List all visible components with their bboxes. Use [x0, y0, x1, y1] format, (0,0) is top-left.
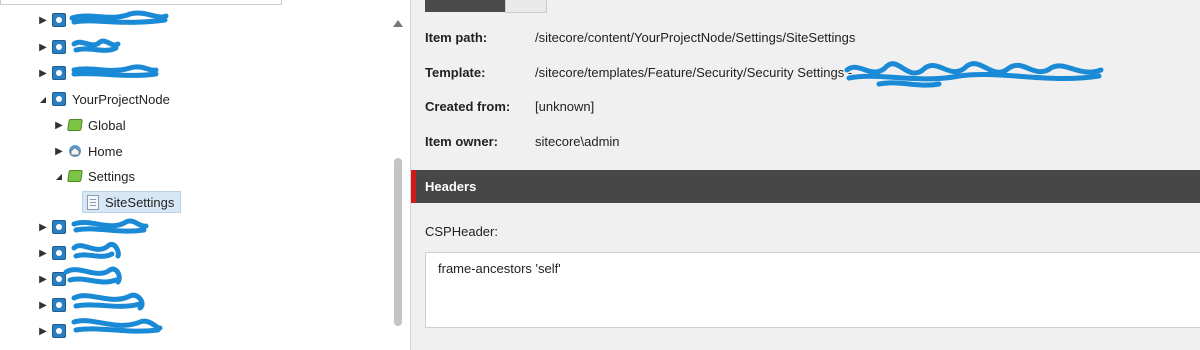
- tree-scrollbar-thumb[interactable]: [394, 158, 402, 326]
- database-icon: [52, 92, 66, 106]
- item-owner-value[interactable]: sitecore\admin: [535, 134, 620, 149]
- folder-icon: [67, 170, 83, 182]
- expand-arrow-icon[interactable]: ▶: [36, 15, 50, 26]
- item-path-row: Item path: /sitecore/content/YourProject…: [425, 27, 855, 47]
- item-path-label: Item path:: [425, 29, 488, 45]
- tree-node[interactable]: ▶: [36, 36, 72, 58]
- folder-icon: [67, 119, 83, 131]
- database-icon: [52, 40, 66, 54]
- tree-node[interactable]: ▶: [36, 320, 72, 342]
- created-from-value: [unknown]: [535, 98, 595, 114]
- scroll-up-arrow-icon[interactable]: [393, 20, 403, 27]
- created-from-row: Created from: [unknown]: [425, 96, 594, 116]
- tree-node[interactable]: ▶: [36, 62, 72, 84]
- tree-node-label: YourProjectNode: [72, 91, 170, 107]
- tree-node-label: SiteSettings: [105, 194, 175, 210]
- expand-arrow-icon[interactable]: ▶: [36, 274, 50, 285]
- section-title: Headers: [425, 179, 477, 194]
- database-icon: [52, 298, 66, 312]
- tree-node[interactable]: ▶: [36, 9, 72, 31]
- item-details-panel: Item path: /sitecore/content/YourProject…: [410, 0, 1200, 350]
- tree-node-home[interactable]: ▶ Home: [52, 140, 123, 162]
- database-icon: [52, 272, 66, 286]
- database-icon: [52, 220, 66, 234]
- csp-header-textarea[interactable]: frame-ancestors 'self': [425, 252, 1200, 328]
- tree-node-label: Global: [88, 117, 126, 133]
- tree-node[interactable]: ▶: [36, 216, 72, 238]
- expand-arrow-icon[interactable]: ▶: [36, 300, 50, 311]
- content-tree: ▶ ▶ ▶ ◢ YourProjectNode ▶ Global ▶ Home …: [0, 0, 408, 350]
- database-icon: [52, 246, 66, 260]
- expand-arrow-icon[interactable]: ▶: [36, 42, 50, 53]
- editor-tab[interactable]: [505, 0, 547, 13]
- collapse-arrow-icon[interactable]: ◢: [36, 95, 50, 104]
- expand-arrow-icon[interactable]: ▶: [52, 146, 66, 157]
- expand-arrow-icon[interactable]: ▶: [36, 248, 50, 259]
- template-row: Template: /sitecore/templates/Feature/Se…: [425, 62, 852, 82]
- redaction-scribble: [844, 61, 1104, 88]
- tree-node[interactable]: ▶: [36, 294, 72, 316]
- tree-node-label: Home: [88, 143, 123, 159]
- item-owner-label: Item owner:: [425, 133, 498, 149]
- document-icon: [87, 194, 99, 210]
- editor-tab-active[interactable]: [425, 0, 511, 12]
- home-icon: [68, 144, 82, 158]
- expand-arrow-icon[interactable]: ▶: [36, 326, 50, 337]
- tree-search-box[interactable]: [0, 0, 282, 5]
- item-path-value: /sitecore/content/YourProjectNode/Settin…: [535, 29, 856, 45]
- section-accent: [411, 170, 416, 203]
- expand-arrow-icon[interactable]: ▶: [36, 222, 50, 233]
- tree-node-global[interactable]: ▶ Global: [52, 114, 126, 136]
- created-from-label: Created from:: [425, 98, 511, 114]
- database-icon: [52, 66, 66, 80]
- section-header-headers[interactable]: Headers: [411, 170, 1200, 203]
- tree-node[interactable]: ▶: [36, 242, 72, 264]
- tree-node[interactable]: ▶: [36, 268, 72, 290]
- database-icon: [52, 324, 66, 338]
- template-label: Template:: [425, 64, 486, 80]
- tree-node-yourprojectnode[interactable]: ◢ YourProjectNode: [36, 88, 170, 110]
- database-icon: [52, 13, 66, 27]
- template-value[interactable]: /sitecore/templates/Feature/Security/Sec…: [535, 65, 852, 80]
- expand-arrow-icon[interactable]: ▶: [52, 120, 66, 131]
- tree-node-label: Settings: [88, 168, 135, 184]
- expand-arrow-icon[interactable]: ▶: [36, 68, 50, 79]
- csp-header-label: CSPHeader:: [425, 224, 498, 239]
- tree-node-sitesettings[interactable]: SiteSettings: [82, 191, 182, 213]
- tree-node-settings[interactable]: ◢ Settings: [52, 165, 135, 187]
- item-owner-row: Item owner: sitecore\admin: [425, 131, 620, 151]
- collapse-arrow-icon[interactable]: ◢: [52, 172, 66, 181]
